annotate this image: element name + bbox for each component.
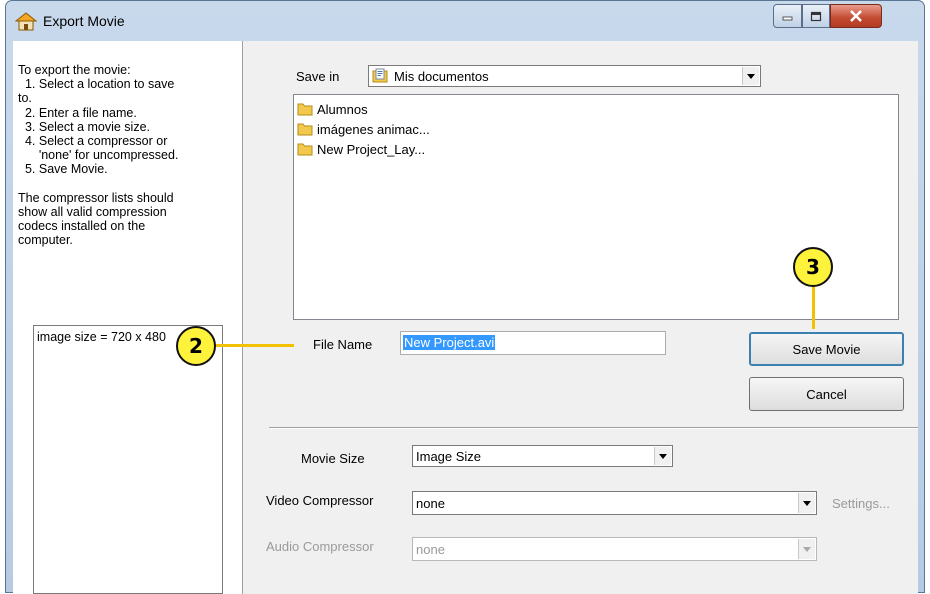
chevron-down-icon[interactable] [798, 493, 815, 513]
save-movie-button[interactable]: Save Movie [749, 332, 904, 366]
video-compressor-dropdown[interactable]: none [412, 491, 817, 515]
instructions-pane: To export the movie: 1. Select a locatio… [13, 41, 243, 594]
window-title: Export Movie [43, 13, 125, 29]
save-in-label: Save in [296, 69, 340, 84]
minimize-button[interactable] [773, 4, 802, 28]
file-name-input[interactable]: New Project.avi [400, 331, 666, 355]
folder-icon [297, 103, 313, 116]
chevron-down-icon[interactable] [798, 539, 815, 559]
save-in-dropdown[interactable]: Mis documentos [368, 65, 761, 87]
info-box-text: image size = 720 x 480 [37, 330, 166, 344]
movie-size-value: Image Size [416, 448, 482, 464]
movie-size-label: Movie Size [301, 451, 365, 466]
minimize-icon [782, 16, 792, 21]
callout-3-line [812, 285, 815, 329]
save-in-value: Mis documentos [394, 68, 489, 84]
app-house-icon [15, 12, 37, 31]
video-compressor-label: Video Compressor [266, 493, 374, 508]
callout-2-line [214, 344, 294, 347]
settings-button[interactable]: Settings... [832, 496, 890, 511]
export-movie-window: Export Movie To export the movie: 1. Sel… [5, 0, 925, 594]
list-item[interactable]: Alumnos [297, 99, 368, 119]
movie-size-dropdown[interactable]: Image Size [412, 445, 673, 467]
chevron-down-icon[interactable] [742, 67, 759, 85]
close-button[interactable] [830, 4, 882, 28]
list-item[interactable]: New Project_Lay... [297, 139, 425, 159]
maximize-button[interactable] [802, 4, 830, 28]
chevron-down-icon[interactable] [654, 447, 671, 465]
video-compressor-value: none [416, 495, 445, 511]
audio-compressor-value: none [416, 541, 445, 557]
folder-docs-icon [372, 68, 388, 83]
folder-icon [297, 123, 313, 136]
dialog-body: To export the movie: 1. Select a locatio… [13, 41, 918, 594]
file-name-value: New Project.avi [403, 335, 496, 350]
separator [269, 427, 918, 429]
file-name-text: New Project_Lay... [317, 141, 426, 157]
audio-compressor-label: Audio Compressor [266, 539, 374, 554]
cancel-button[interactable]: Cancel [749, 377, 904, 411]
maximize-icon [810, 11, 822, 21]
folder-icon [297, 143, 313, 156]
list-item[interactable]: imágenes animac... [297, 119, 430, 139]
file-name-text: Alumnos [317, 101, 368, 117]
file-name-label: File Name [313, 337, 373, 352]
audio-compressor-dropdown[interactable]: none [412, 537, 817, 561]
callout-3-marker: 3 [793, 247, 833, 287]
close-icon [850, 10, 862, 22]
instructions-text: To export the movie: 1. Select a locatio… [18, 63, 179, 248]
file-name-text: imágenes animac... [317, 121, 430, 137]
title-bar[interactable]: Export Movie [6, 1, 924, 41]
callout-2-marker: 2 [176, 326, 216, 366]
